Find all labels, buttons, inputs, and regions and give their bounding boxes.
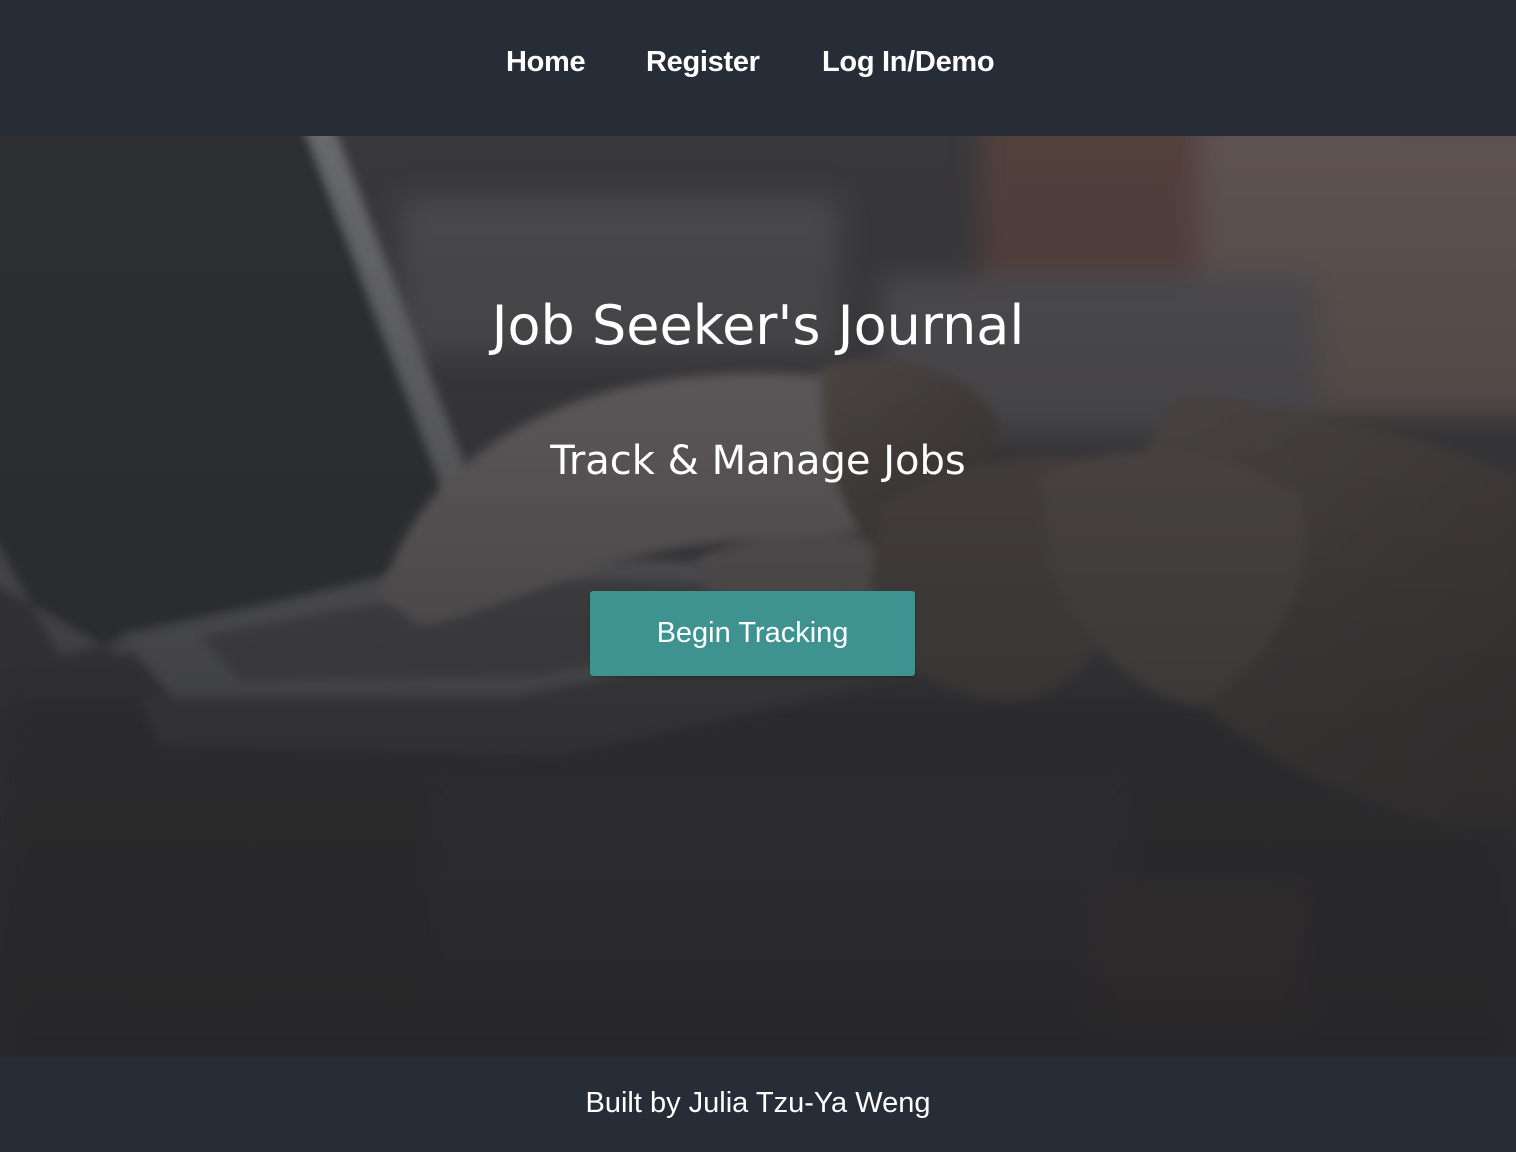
page-subtitle: Track & Manage Jobs <box>550 438 966 484</box>
nav-link-login-demo[interactable]: Log In/Demo <box>822 40 995 84</box>
nav-link-home[interactable]: Home <box>506 40 586 84</box>
page-title: Job Seeker's Journal <box>491 294 1025 357</box>
top-navigation-bar: Home Register Log In/Demo <box>0 0 1516 136</box>
hero-section: Job Seeker's Journal Track & Manage Jobs… <box>0 136 1516 1057</box>
footer: Built by Julia Tzu-Ya Weng <box>0 1057 1516 1152</box>
footer-credit: Built by Julia Tzu-Ya Weng <box>585 1087 931 1119</box>
begin-tracking-button[interactable]: Begin Tracking <box>590 591 915 676</box>
nav-link-register[interactable]: Register <box>646 40 760 84</box>
